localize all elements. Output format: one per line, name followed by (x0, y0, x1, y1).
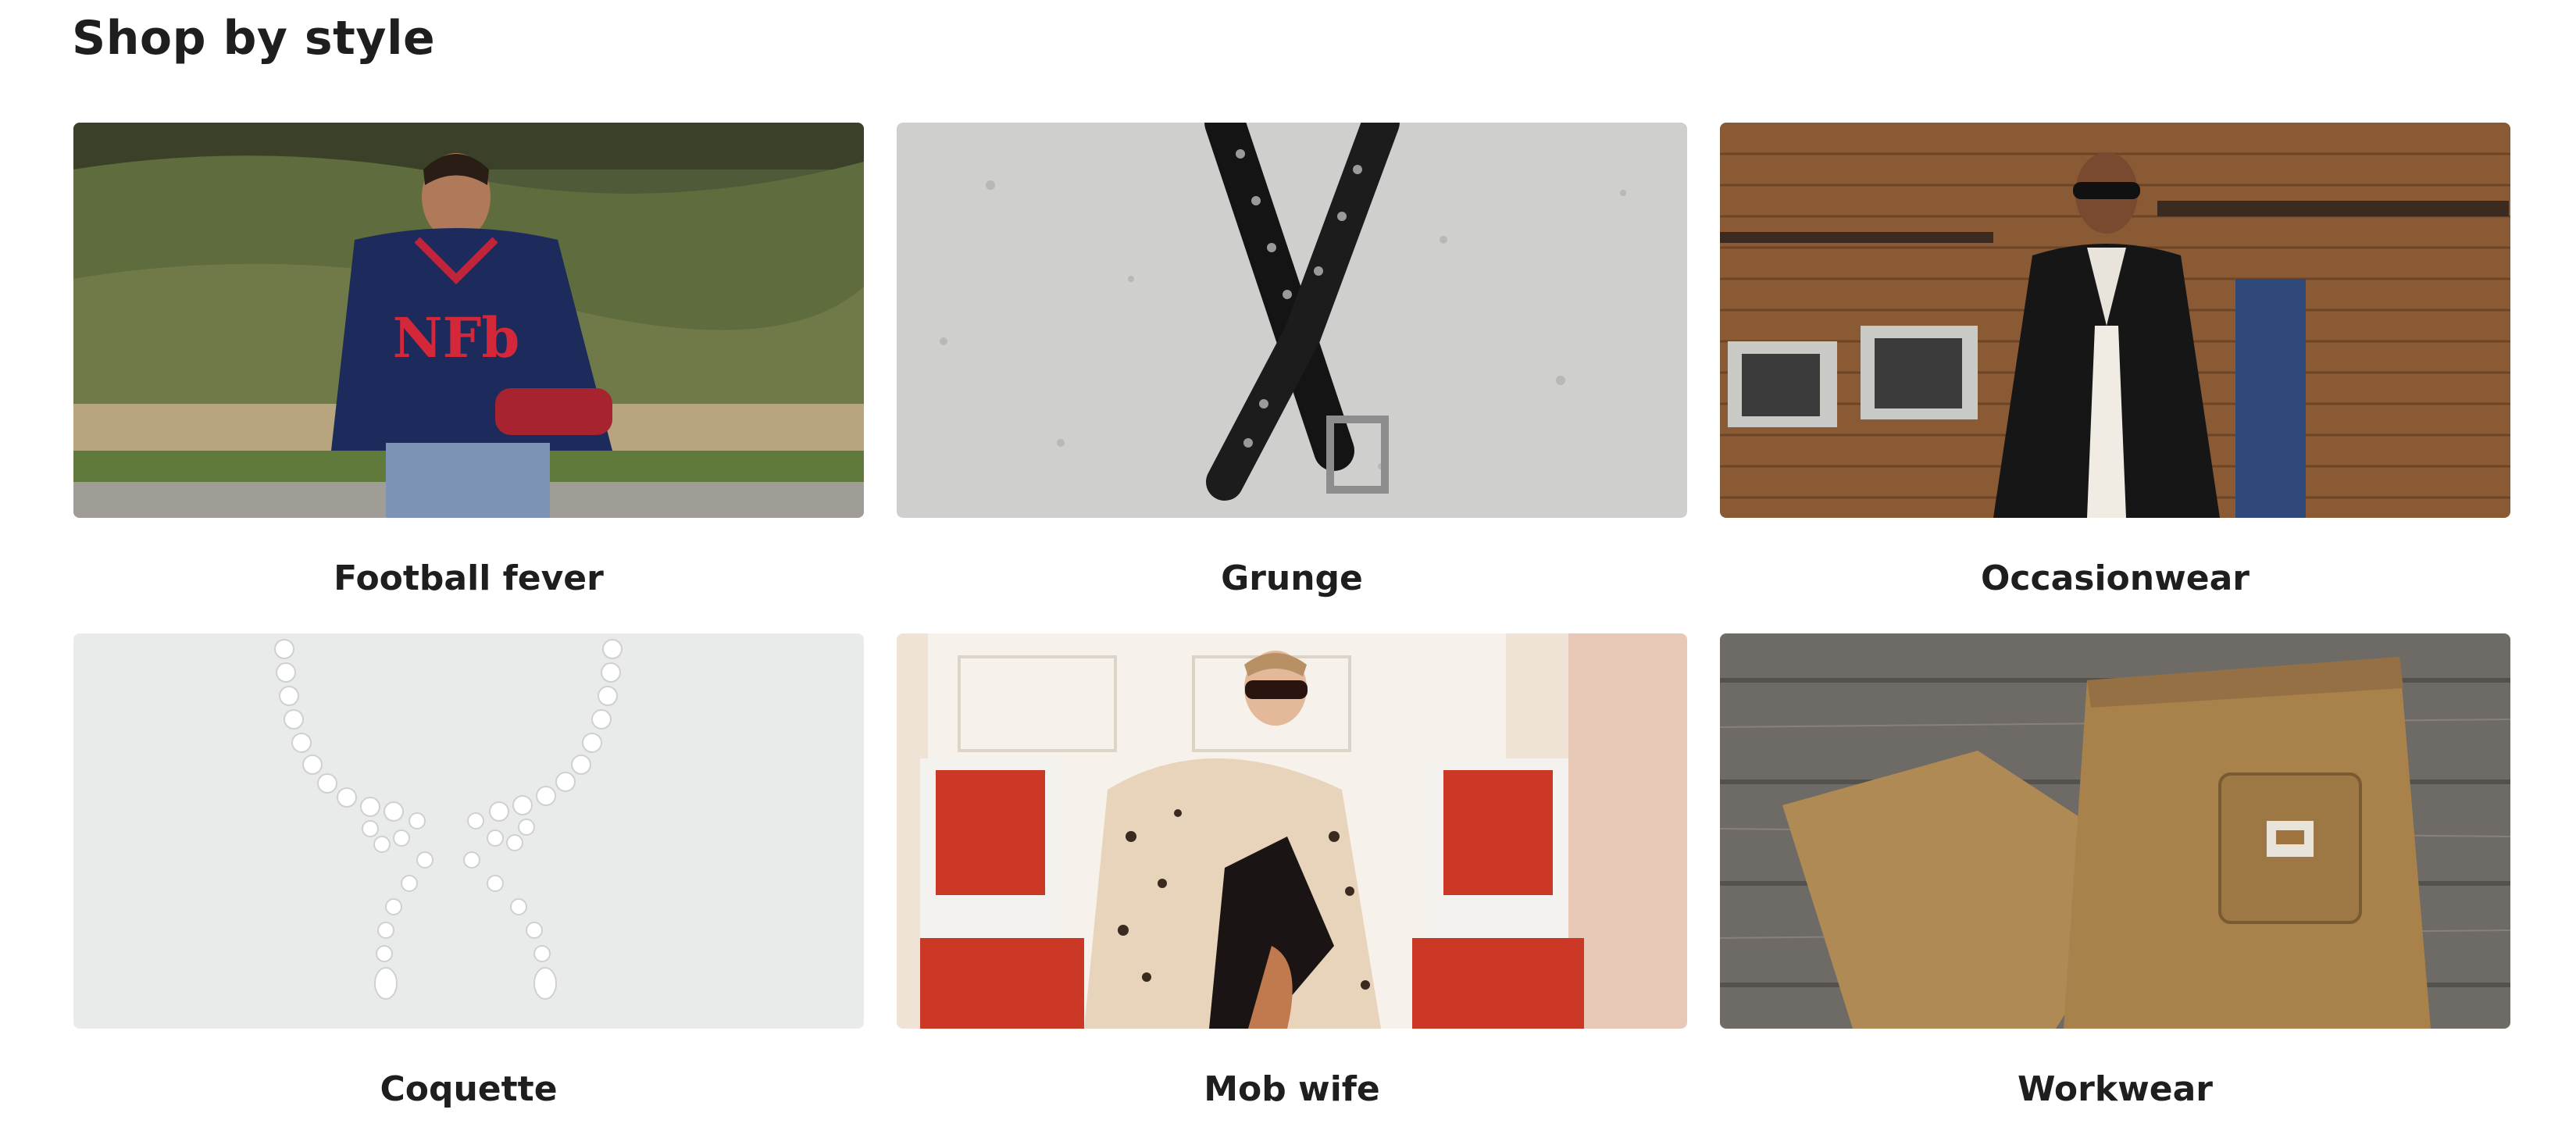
style-card-grunge[interactable]: Grunge (897, 123, 1687, 633)
section-title: Shop by style (72, 11, 436, 66)
style-card-workwear[interactable]: Workwear (1720, 633, 2510, 1138)
style-card-football-fever[interactable]: NFb Football fever (73, 123, 864, 633)
style-label: Coquette (380, 1069, 558, 1109)
shop-by-style-section: Shop by style NFb Football fever Grunge … (0, 0, 2576, 1109)
grunge-image (897, 123, 1687, 518)
coquette-image (73, 633, 864, 1029)
svg-text:NFb: NFb (393, 305, 520, 370)
style-card-occasionwear[interactable]: Occasionwear (1720, 123, 2510, 633)
football-fever-image: NFb (73, 123, 864, 518)
style-label: Workwear (2017, 1069, 2214, 1109)
mob-wife-image (897, 633, 1687, 1029)
style-label: Football fever (334, 558, 604, 598)
style-grid: NFb Football fever Grunge Occasionwear C… (73, 123, 2510, 1138)
style-label: Occasionwear (1981, 558, 2250, 598)
style-card-coquette[interactable]: Coquette (73, 633, 864, 1138)
style-card-mob-wife[interactable]: Mob wife (897, 633, 1687, 1138)
style-label: Mob wife (1204, 1069, 1380, 1109)
workwear-image (1720, 633, 2510, 1029)
style-label: Grunge (1221, 558, 1363, 598)
occasionwear-image (1720, 123, 2510, 518)
